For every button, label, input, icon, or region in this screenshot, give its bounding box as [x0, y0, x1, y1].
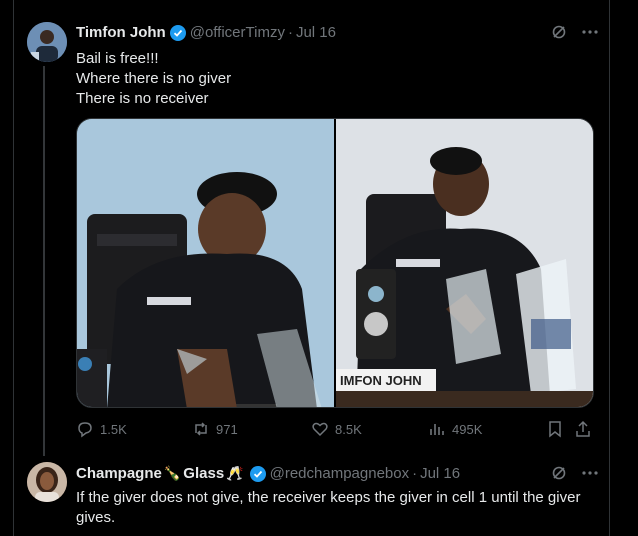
- bookmark-icon: [546, 420, 564, 438]
- bookmark-button[interactable]: [546, 420, 564, 438]
- tweet-top-actions: [551, 24, 599, 40]
- like-button[interactable]: 8.5K: [311, 420, 362, 438]
- reply-text: If the giver does not give, the receiver…: [76, 489, 581, 526]
- tweet-text-line: There is no receiver: [76, 90, 209, 107]
- tweet-text: Bail is free!!! Where there is no giver …: [76, 49, 231, 109]
- reply-count: 1.5K: [100, 421, 127, 437]
- clinking-glasses-icon: 🥂: [226, 465, 244, 481]
- tweet-text-line: Where there is no giver: [76, 70, 232, 87]
- tweet-date[interactable]: Jul 16: [296, 24, 336, 41]
- repost-button[interactable]: 971: [192, 420, 238, 438]
- photo-officer-smiling[interactable]: IMFON JOHN: [336, 119, 593, 407]
- tweet-header: Timfon John @officerTimzy · Jul 16: [76, 24, 336, 41]
- tweet-action-bar: 1.5K 971 8.5K 495K: [76, 420, 596, 442]
- author-name[interactable]: Timfon John: [76, 24, 166, 41]
- views-chart-icon: [428, 420, 446, 438]
- views-button[interactable]: 495K: [428, 420, 482, 438]
- reply-header: Champagne 🍾 Glass 🥂 @redchampagnebox · J…: [76, 465, 460, 482]
- separator-dot: ·: [412, 465, 418, 482]
- reply-top-actions: [551, 465, 599, 481]
- reply-author-name-part2[interactable]: Glass: [183, 465, 224, 482]
- reply-author-handle[interactable]: @redchampagnebox: [270, 465, 409, 482]
- avatar[interactable]: [27, 462, 67, 502]
- more-options-icon[interactable]: [581, 24, 599, 40]
- tweet-text-line: Bail is free!!!: [76, 50, 159, 67]
- like-count: 8.5K: [335, 421, 362, 437]
- repost-count: 971: [216, 421, 238, 437]
- photo-officer-signing[interactable]: [77, 119, 334, 407]
- verified-badge-icon: [249, 465, 266, 482]
- repost-icon: [192, 420, 210, 438]
- author-handle[interactable]: @officerTimzy: [190, 24, 285, 41]
- reply-author-name[interactable]: Champagne: [76, 465, 162, 482]
- column-border-right: [609, 0, 610, 536]
- reply-icon: [76, 420, 94, 438]
- grok-icon[interactable]: [551, 465, 567, 481]
- photo-nameplate-text: IMFON JOHN: [340, 373, 422, 388]
- verified-badge-icon: [169, 24, 186, 41]
- column-border-left: [13, 0, 14, 536]
- thread-connector-line: [43, 66, 45, 456]
- separator-dot: ·: [287, 24, 293, 41]
- heart-icon: [311, 420, 329, 438]
- avatar[interactable]: [27, 22, 67, 62]
- tweet-media[interactable]: IMFON JOHN: [76, 118, 594, 408]
- share-button[interactable]: [574, 420, 592, 438]
- champagne-bottle-icon: 🍾: [163, 465, 182, 481]
- reply-button[interactable]: 1.5K: [76, 420, 127, 438]
- views-count: 495K: [452, 421, 483, 437]
- more-options-icon[interactable]: [581, 465, 599, 481]
- reply-date[interactable]: Jul 16: [420, 465, 460, 482]
- grok-icon[interactable]: [551, 24, 567, 40]
- share-icon: [574, 420, 592, 438]
